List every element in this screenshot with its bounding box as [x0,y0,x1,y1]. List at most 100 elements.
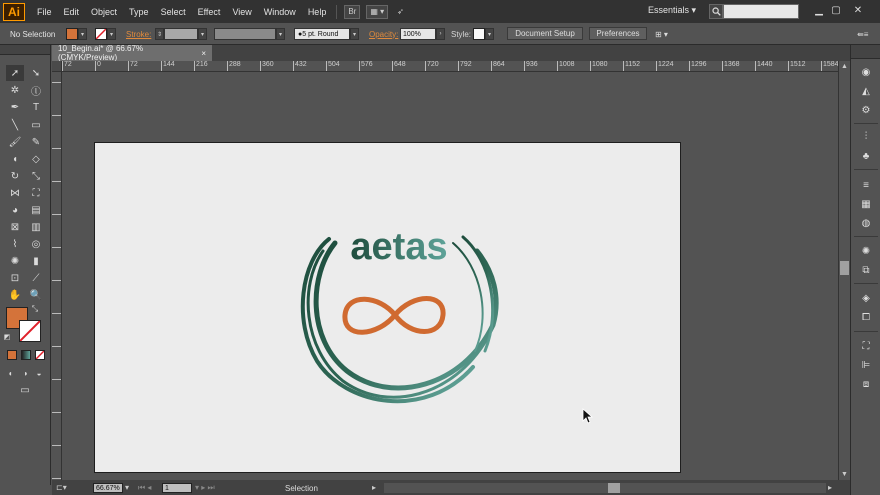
default-fill-stroke-icon[interactable]: ◩ [2,332,12,342]
rotate-tool-icon[interactable]: ↻ [6,168,24,184]
bridge-button[interactable]: Br [344,4,361,19]
align-options-button[interactable]: ⊞ ▾ [655,27,668,41]
stroke-color-swatch[interactable] [19,320,41,342]
pencil-tool-icon[interactable]: ✎ [27,134,45,150]
scroll-up-icon[interactable]: ▲ [841,63,848,70]
blend-tool-icon[interactable]: ◎ [27,236,45,252]
paintbrush-tool-icon[interactable]: 🖌 [6,134,24,150]
color-panel-icon[interactable]: ◉ [858,65,874,79]
document-tab[interactable]: 10_Begin.ai* @ 66.67% (CMYK/Preview) × [52,44,212,62]
hand-tool-icon[interactable]: ✋ [6,287,24,303]
chevron-down-icon[interactable]: ▾ [350,28,359,40]
brushes-panel-icon[interactable]: ⫶ [858,129,874,143]
style-swatch[interactable] [473,28,485,40]
vertical-scroll-thumb[interactable] [840,261,849,275]
chevron-down-icon[interactable]: ▾ [485,28,494,40]
variable-width-control[interactable]: ▾ [214,27,285,41]
line-tool-icon[interactable]: ╲ [6,117,24,133]
opacity-field[interactable]: 100% [400,28,436,40]
panel-menu-button[interactable]: ⇚≡ [857,27,868,41]
stroke-none-swatch[interactable] [95,28,107,40]
fill-control[interactable]: ▾ [66,27,87,41]
search-icon[interactable] [709,4,723,19]
color-mode-button[interactable] [7,350,17,360]
status-menu-icon[interactable]: ▸ [372,483,376,492]
minimize-button[interactable]: ▁ [811,3,827,17]
artboard-number-field[interactable]: 1 [162,483,192,493]
brush-field[interactable]: ● 5 pt. Round [294,28,350,40]
menu-type[interactable]: Type [123,7,155,17]
menu-help[interactable]: Help [302,7,333,17]
rectangle-tool-icon[interactable]: ▭ [27,117,45,133]
gradient-mode-button[interactable] [21,350,31,360]
blob-brush-tool-icon[interactable]: ◖ [6,151,24,167]
mesh-tool-icon[interactable]: ⊠ [6,219,24,235]
search-input[interactable] [723,4,799,19]
maximize-button[interactable]: ▢ [828,3,844,17]
workspace-switcher[interactable]: Essentials ▾ [648,5,696,16]
graphic-styles-icon[interactable]: ⧉ [858,263,874,277]
pen-tool-icon[interactable]: ✒ [6,99,24,115]
vertical-ruler[interactable] [52,72,62,480]
artboard-nav-icon[interactable]: ⊏▾ [56,483,67,492]
chevron-down-icon[interactable]: ▾ [125,483,129,492]
swap-fill-stroke-icon[interactable]: ⤡ [30,304,40,314]
gpu-performance-button[interactable]: ➶ [394,5,407,19]
appearance-panel-icon[interactable]: ✺ [858,244,874,258]
gradient-tool-icon[interactable]: ▥ [27,219,45,235]
aetas-logo[interactable]: aetas [295,221,499,411]
color-guide-icon[interactable]: ◭ [858,84,874,98]
chevron-down-icon[interactable]: ▾ [107,28,116,40]
stroke-weight-field[interactable] [164,28,198,40]
current-tool-status[interactable]: Selection [285,484,318,493]
direct-selection-tool-icon[interactable]: ➘ [27,65,45,81]
horizontal-scroll-track[interactable] [384,483,826,493]
preferences-button[interactable]: Preferences [589,27,647,40]
pathfinder-panel-icon[interactable]: ⧈ [858,377,874,391]
arrange-documents-button[interactable]: ▦ ▾ [366,4,389,19]
artboard-tool-icon[interactable]: ⊡ [6,270,24,286]
scroll-down-icon[interactable]: ▼ [841,471,848,478]
eraser-tool-icon[interactable]: ◇ [27,151,45,167]
canvas[interactable]: aetas [62,72,838,480]
lasso-tool-icon[interactable]: ⓛ [27,82,45,98]
transform-panel-icon[interactable]: ⛶ [858,339,874,353]
type-tool-icon[interactable]: T [27,99,45,115]
document-setup-button[interactable]: Document Setup [507,27,583,40]
free-transform-tool-icon[interactable]: ⛶ [27,185,45,201]
draw-behind-icon[interactable]: ◑ [18,367,32,379]
graphic-style-control[interactable]: ▾ [473,27,494,41]
menu-view[interactable]: View [226,7,257,17]
gradient-panel-icon[interactable]: ▦ [858,197,874,211]
transparency-panel-icon[interactable]: ◍ [858,216,874,230]
stepper-icon[interactable]: ⇕ [155,28,164,40]
draw-inside-icon[interactable]: ◒ [32,367,46,379]
fill-swatch[interactable] [66,28,78,40]
stroke-label[interactable]: Stroke: [126,27,151,41]
menu-file[interactable]: File [31,7,58,17]
variable-width-field[interactable] [214,28,276,40]
shape-builder-tool-icon[interactable]: ◕ [6,202,24,218]
layers-panel-icon[interactable]: ◈ [858,291,874,305]
horizontal-scroll-thumb[interactable] [608,483,620,493]
stroke-control[interactable]: ▾ [95,27,116,41]
zoom-tool-icon[interactable]: 🔍 [27,287,45,303]
width-tool-icon[interactable]: ⋈ [6,185,24,201]
menu-edit[interactable]: Edit [58,7,86,17]
opacity-label[interactable]: Opacity: [369,27,398,41]
align-panel-icon[interactable]: ⊫ [858,358,874,372]
eyedropper-tool-icon[interactable]: ⌇ [6,236,24,252]
zoom-level-field[interactable]: 66.67% [93,483,123,493]
column-graph-tool-icon[interactable]: ▮ [27,253,45,269]
scale-tool-icon[interactable]: ⤡ [27,168,45,184]
chevron-down-icon[interactable]: ▾ [198,28,207,40]
ruler-origin[interactable] [52,61,62,72]
appearance-icon[interactable]: ⚙ [858,103,874,117]
chevron-down-icon[interactable]: ▾ [78,28,87,40]
slice-tool-icon[interactable]: ⟋ [27,270,45,286]
panel-grip[interactable] [0,45,50,55]
horizontal-ruler[interactable]: 72 0 72 144 216 288 360 432 504 576 648 … [62,61,838,72]
stroke-weight-control[interactable]: ⇕ ▾ [155,27,207,41]
selection-tool-icon[interactable]: ➚ [6,65,24,81]
artboards-panel-icon[interactable]: ⧠ [858,310,874,324]
